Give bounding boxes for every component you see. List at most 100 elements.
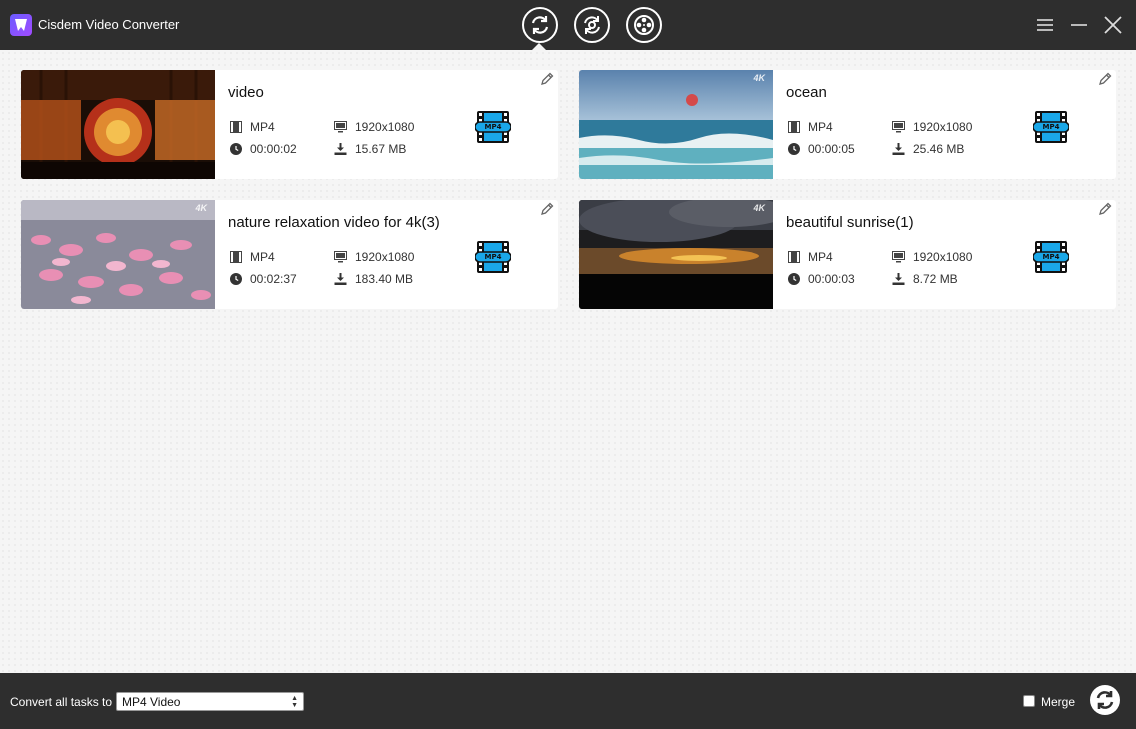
duration-value: 00:00:05 (808, 142, 855, 156)
video-duration: 00:00:03 (788, 272, 855, 286)
output-format-icon[interactable]: MP4 (474, 241, 512, 273)
video-list-area: video MP4 1920x1080 00:00:02 15.67 MB MP… (0, 50, 1136, 673)
film-icon (230, 251, 242, 263)
file-size-value: 15.67 MB (355, 142, 407, 156)
menu-button[interactable] (1035, 15, 1055, 35)
resolution-value: 1920x1080 (355, 120, 415, 134)
film-icon (230, 121, 242, 133)
file-size-value: 183.40 MB (355, 272, 414, 286)
duration-value: 00:02:37 (250, 272, 297, 286)
video-thumbnail[interactable]: 4K (579, 70, 773, 179)
video-resolution: 1920x1080 (334, 250, 414, 264)
download-icon (334, 273, 347, 285)
convert-start-icon (1096, 691, 1114, 709)
video-card[interactable]: video MP4 1920x1080 00:00:02 15.67 MB MP… (21, 70, 558, 179)
output-format-label: MP4 (1042, 123, 1060, 131)
app-title: Cisdem Video Converter (38, 17, 180, 32)
video-card[interactable]: 4K beautiful sunrise(1) MP4 1920x1080 00… (579, 200, 1116, 309)
monitor-icon (334, 121, 347, 133)
app-logo-icon (10, 14, 32, 36)
video-resolution: 1920x1080 (334, 120, 414, 134)
menu-icon (1037, 19, 1053, 31)
video-thumbnail[interactable] (21, 70, 215, 179)
active-tab-indicator (532, 43, 546, 50)
file-size: 183.40 MB (334, 272, 413, 286)
resolution-badge: 4K (195, 203, 207, 213)
resolution-value: 1920x1080 (355, 250, 415, 264)
output-format-label: MP4 (484, 123, 502, 131)
film-icon (788, 121, 800, 133)
convert-mode-button[interactable] (522, 7, 558, 43)
source-format: MP4 (230, 250, 275, 264)
edit-icon[interactable] (1097, 71, 1113, 87)
duration-value: 00:00:02 (250, 142, 297, 156)
source-format-value: MP4 (250, 250, 275, 264)
rip-icon (584, 16, 600, 34)
video-title: video (228, 84, 264, 101)
monitor-icon (892, 251, 905, 263)
download-icon (892, 273, 905, 285)
source-format-value: MP4 (250, 120, 275, 134)
duration-value: 00:00:03 (808, 272, 855, 286)
merge-checkbox[interactable] (1023, 695, 1035, 707)
video-thumbnail[interactable]: 4K (579, 200, 773, 309)
film-icon (788, 251, 800, 263)
merge-label: Merge (1041, 695, 1076, 709)
title-bar: Cisdem Video Converter (0, 0, 1136, 50)
clock-icon (230, 143, 242, 155)
download-icon (892, 143, 905, 155)
video-resolution: 1920x1080 (892, 250, 972, 264)
output-format-icon[interactable]: MP4 (474, 111, 512, 143)
video-card[interactable]: 4K nature relaxation video for 4k(3) MP4 (21, 200, 558, 309)
output-format-icon[interactable]: MP4 (1032, 241, 1070, 273)
output-format-label: MP4 (1042, 253, 1060, 261)
file-size: 8.72 MB (892, 272, 958, 286)
convert-icon (531, 16, 549, 34)
output-format-icon[interactable]: MP4 (1032, 111, 1070, 143)
video-title: ocean (786, 84, 827, 101)
edit-icon[interactable] (539, 201, 555, 217)
video-title: nature relaxation video for 4k(3) (228, 214, 440, 231)
file-size: 25.46 MB (892, 142, 964, 156)
select-arrows-icon: ▲ ▼ (291, 695, 298, 709)
source-format-value: MP4 (808, 120, 833, 134)
resolution-badge: 4K (753, 203, 765, 213)
file-size-value: 8.72 MB (913, 272, 958, 286)
rip-mode-button[interactable] (574, 7, 610, 43)
minimize-icon (1071, 24, 1087, 26)
convert-all-label: Convert all tasks to (10, 695, 113, 709)
video-duration: 00:02:37 (230, 272, 297, 286)
convert-all-button[interactable] (1090, 685, 1120, 715)
file-size: 15.67 MB (334, 142, 406, 156)
video-resolution: 1920x1080 (892, 120, 972, 134)
monitor-icon (892, 121, 905, 133)
video-title: beautiful sunrise(1) (786, 214, 914, 231)
bottom-bar: Convert all tasks to MP4 Video ▲ ▼ Merge (0, 673, 1136, 729)
output-format-value: MP4 Video (122, 695, 181, 709)
film-reel-icon (634, 15, 654, 35)
video-card[interactable]: 4K ocean MP4 1920x1080 00:00:05 25.46 MB… (579, 70, 1116, 179)
clock-icon (788, 273, 800, 285)
source-format: MP4 (788, 120, 833, 134)
close-icon (1104, 16, 1122, 34)
resolution-value: 1920x1080 (913, 250, 973, 264)
resolution-value: 1920x1080 (913, 120, 973, 134)
source-format: MP4 (230, 120, 275, 134)
source-format: MP4 (788, 250, 833, 264)
clock-icon (788, 143, 800, 155)
close-button[interactable] (1103, 15, 1123, 35)
video-thumbnail[interactable]: 4K (21, 200, 215, 309)
download-icon (334, 143, 347, 155)
edit-icon[interactable] (1097, 201, 1113, 217)
video-duration: 00:00:02 (230, 142, 297, 156)
video-duration: 00:00:05 (788, 142, 855, 156)
monitor-icon (334, 251, 347, 263)
output-format-select[interactable]: MP4 Video ▲ ▼ (116, 692, 304, 711)
resolution-badge: 4K (753, 73, 765, 83)
file-size-value: 25.46 MB (913, 142, 965, 156)
source-format-value: MP4 (808, 250, 833, 264)
download-mode-button[interactable] (626, 7, 662, 43)
edit-icon[interactable] (539, 71, 555, 87)
minimize-button[interactable] (1069, 15, 1089, 35)
clock-icon (230, 273, 242, 285)
